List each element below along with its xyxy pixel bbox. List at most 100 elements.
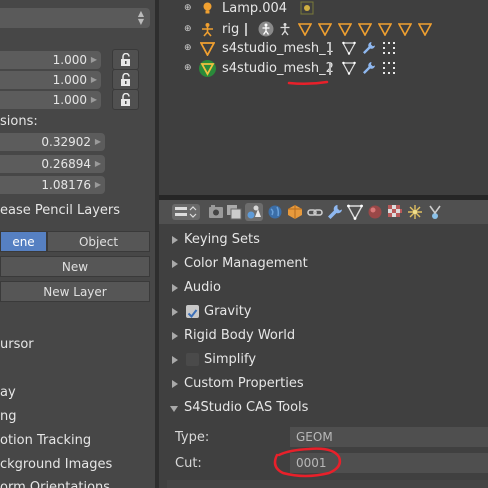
collapsed-arrow-icon	[172, 284, 178, 292]
mesh-data-icon	[342, 41, 356, 55]
panel-title: Simplify	[204, 352, 257, 367]
render-layers-tab-icon[interactable]	[226, 204, 242, 220]
wrench-icon	[363, 42, 375, 54]
properties-editor-icon	[175, 206, 197, 218]
material-tab-icon[interactable]	[367, 204, 383, 220]
sidebar-section-display[interactable]: ay	[0, 381, 155, 405]
tab-object[interactable]: Object	[47, 231, 150, 252]
properties-header	[159, 200, 488, 224]
panel-s4studio-cas-tools[interactable]: S4Studio CAS Tools	[159, 396, 488, 420]
unlock-icon	[121, 93, 130, 106]
panel-title: Custom Properties	[184, 376, 304, 391]
checkmark-icon	[187, 309, 198, 319]
vertex-groups-icon	[383, 42, 395, 54]
vertex-group-icon	[338, 23, 352, 36]
mesh-data-icon	[342, 61, 356, 75]
sidebar-section-label: orm Orientations	[0, 480, 111, 488]
collapsed-arrow-icon	[172, 380, 178, 388]
sidebar-section-shading[interactable]: ng	[0, 405, 155, 429]
expanded-arrow-icon	[170, 406, 178, 412]
panel-custom-properties[interactable]: Custom Properties	[159, 372, 488, 396]
scene-tab[interactable]	[245, 203, 263, 221]
outliner-row-lamp[interactable]: ⊕ Lamp.004	[159, 0, 488, 19]
lock-y-button[interactable]	[112, 69, 139, 90]
type-value: GEOM	[296, 430, 333, 444]
scale-z-field[interactable]: 1.000 ▶	[0, 91, 101, 109]
physics-tab-icon[interactable]	[427, 204, 443, 220]
vertex-group-icon	[398, 23, 412, 36]
lamp-icon	[203, 2, 212, 14]
scale-y-field[interactable]: 1.000 ▶	[0, 71, 101, 89]
red-underline-annotation	[287, 80, 329, 86]
scene-properties: Keying Sets Color Management Audio Gravi…	[159, 224, 488, 488]
world-tab-icon[interactable]	[267, 204, 283, 220]
wrench-icon	[363, 62, 375, 74]
sidebar-section-label: ursor	[0, 337, 34, 352]
lamp-data-icon	[300, 1, 314, 15]
separator	[245, 23, 247, 36]
outliner-row-rig[interactable]: ⊕ rig	[159, 19, 488, 40]
sidebar-section-label: ay	[0, 385, 16, 400]
dropdown-selector[interactable]: ▲ ▼	[0, 8, 150, 28]
sidebar-section-transform-orientations[interactable]: orm Orientations	[0, 476, 155, 488]
texture-tab-icon[interactable]	[387, 204, 403, 220]
panel-gravity[interactable]: Gravity	[159, 300, 488, 324]
new-layer-button[interactable]: New Layer	[0, 281, 150, 302]
lock-z-button[interactable]	[112, 89, 139, 110]
expand-plus-icon[interactable]: ⊕	[184, 58, 192, 79]
expand-plus-icon[interactable]: ⊕	[184, 38, 192, 59]
render-tab-icon[interactable]	[208, 204, 224, 220]
red-circle-annotation	[273, 447, 342, 478]
dimension-z-value: 1.08176	[41, 178, 91, 192]
updown-arrows-icon: ▲ ▼	[137, 9, 144, 26]
type-field[interactable]: GEOM	[290, 427, 488, 447]
outliner-item-name: Lamp.004	[222, 1, 288, 16]
collapsed-arrow-icon	[172, 308, 178, 316]
expand-plus-icon[interactable]: ⊕	[184, 0, 192, 19]
properties-sidebar: ▲ ▼ 1.000 ▶ 1.000 ▶ 1.000 ▶ sions: 0.32902 ▶ …	[0, 0, 155, 488]
pose-icon	[258, 21, 274, 37]
panel-simplify[interactable]: Simplify	[159, 348, 488, 372]
vertex-group-icon	[418, 23, 432, 36]
grease-pencil-layers-header[interactable]: ease Pencil Layers	[0, 199, 155, 223]
mesh-icon	[199, 60, 216, 77]
dimension-y-field[interactable]: 0.26894 ▶	[0, 155, 105, 173]
panel-audio[interactable]: Audio	[159, 276, 488, 300]
mesh-icon	[200, 42, 215, 56]
scale-z-value: 1.000	[52, 93, 87, 107]
panel-keying-sets[interactable]: Keying Sets	[159, 228, 488, 252]
gravity-checkbox[interactable]	[186, 305, 199, 319]
tab-scene-label: ene	[12, 235, 35, 249]
lock-x-button[interactable]	[112, 49, 139, 70]
dimension-z-field[interactable]: 1.08176 ▶	[0, 176, 105, 194]
particles-tab-icon[interactable]	[407, 204, 423, 220]
dimension-x-value: 0.32902	[41, 135, 91, 149]
dimension-x-field[interactable]: 0.32902 ▶	[0, 133, 105, 151]
sidebar-section-cursor[interactable]: ursor	[0, 333, 155, 357]
outliner-row-mesh-1[interactable]: ⊕ s4studio_mesh_1	[159, 38, 488, 59]
outliner-item-name: s4studio_mesh_2	[222, 61, 334, 76]
type-label: Type:	[175, 430, 210, 445]
outliner-row-mesh-2[interactable]: ⊕ s4studio_mesh_2	[159, 58, 488, 79]
simplify-checkbox[interactable]	[186, 353, 199, 366]
new-button[interactable]: New	[0, 256, 150, 277]
panel-color-management[interactable]: Color Management	[159, 252, 488, 276]
constraints-tab-icon[interactable]	[307, 204, 323, 220]
vertex-group-icon	[378, 23, 392, 36]
panel-title: S4Studio CAS Tools	[184, 400, 309, 415]
sidebar-section-label: otion Tracking	[0, 433, 92, 448]
editor-type-button[interactable]	[172, 204, 200, 220]
expand-plus-icon[interactable]: ⊕	[184, 19, 192, 40]
separator	[329, 62, 331, 75]
tab-scene[interactable]: ene	[0, 231, 47, 252]
object-tab-icon[interactable]	[287, 204, 303, 220]
panel-rigid-body-world[interactable]: Rigid Body World	[159, 324, 488, 348]
panel-title: Color Management	[184, 256, 308, 271]
new-button-label: New	[61, 260, 89, 274]
modifiers-tab-icon[interactable]	[327, 204, 343, 220]
scale-x-field[interactable]: 1.000 ▶	[0, 51, 101, 69]
data-tab-icon[interactable]	[347, 204, 363, 220]
sidebar-section-background-images[interactable]: ckground Images	[0, 453, 155, 477]
sidebar-section-motion-tracking[interactable]: otion Tracking	[0, 429, 155, 453]
panel-title: Rigid Body World	[184, 328, 296, 343]
